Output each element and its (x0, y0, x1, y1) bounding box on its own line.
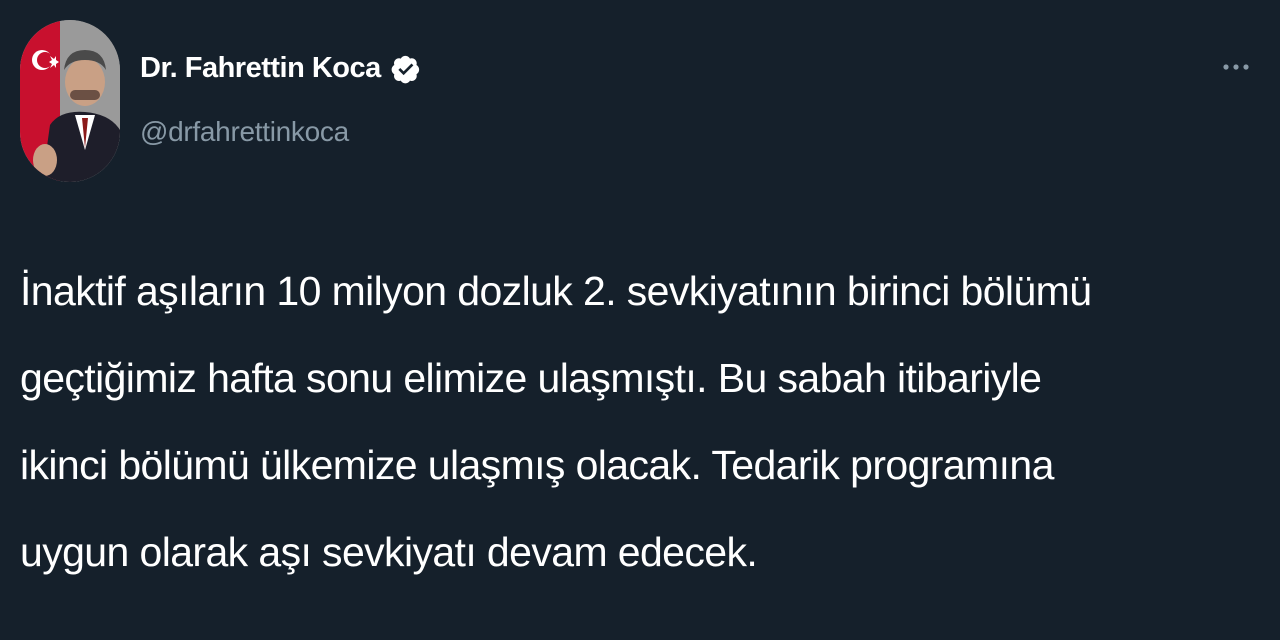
tweet-text: İnaktif aşıların 10 milyon dozluk 2. sev… (20, 268, 1092, 575)
more-options-icon (1223, 64, 1249, 70)
avatar[interactable] (20, 20, 120, 182)
verified-badge-icon (391, 54, 421, 84)
author-handle[interactable]: @drfahrettinkoca (140, 116, 349, 148)
author-display-name[interactable]: Dr. Fahrettin Koca (140, 52, 381, 85)
author-name-row: Dr. Fahrettin Koca (140, 52, 421, 85)
tweet-card: Dr. Fahrettin Koca @drfahrettinkoca İnak… (0, 0, 1280, 640)
more-options-button[interactable] (1216, 52, 1256, 82)
avatar-photo (20, 20, 120, 182)
